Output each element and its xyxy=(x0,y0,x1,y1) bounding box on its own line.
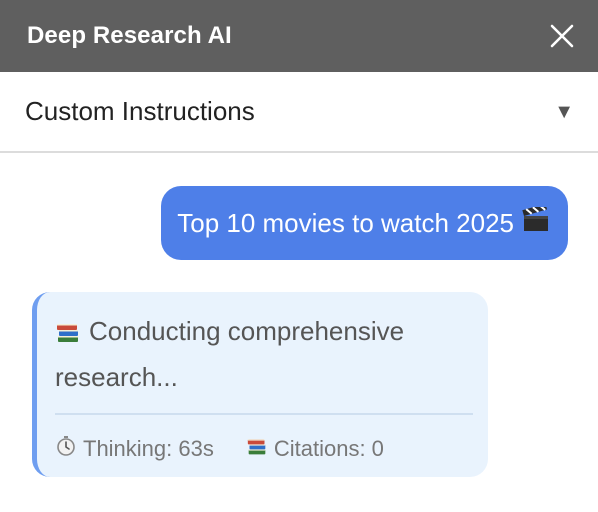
panel-header: Deep Research AI xyxy=(0,0,598,72)
books-icon xyxy=(55,314,81,356)
clapperboard-icon xyxy=(522,203,550,240)
ai-status-message: Conducting comprehensive research... xyxy=(55,310,455,398)
citations-indicator: Citations: 0 xyxy=(246,436,384,462)
ai-status-text: Conducting comprehensive research... xyxy=(55,316,405,392)
user-message-text: Top 10 movies to watch 2025 xyxy=(177,207,514,238)
close-icon xyxy=(550,24,574,48)
ai-response-bubble: Conducting comprehensive research... Thi… xyxy=(32,292,488,477)
books-icon xyxy=(246,436,268,462)
ai-meta-row: Thinking: 63s Citations: 0 xyxy=(55,435,472,463)
thinking-text: Thinking: 63s xyxy=(83,436,214,461)
user-message-bubble: Top 10 movies to watch 2025 xyxy=(161,186,568,260)
panel-title: Deep Research AI xyxy=(27,22,232,49)
citations-text: Citations: 0 xyxy=(273,436,384,461)
stopwatch-icon xyxy=(55,435,77,463)
thinking-indicator: Thinking: 63s xyxy=(55,435,214,463)
dropdown-arrow-icon: ▼ xyxy=(554,100,574,123)
close-button[interactable] xyxy=(548,22,576,50)
custom-instructions-label: Custom Instructions xyxy=(25,96,255,126)
ai-bubble-divider xyxy=(55,413,473,415)
custom-instructions-dropdown[interactable]: Custom Instructions ▼ xyxy=(0,72,598,153)
deep-research-panel: Deep Research AI Custom Instructions ▼ T… xyxy=(0,0,598,512)
